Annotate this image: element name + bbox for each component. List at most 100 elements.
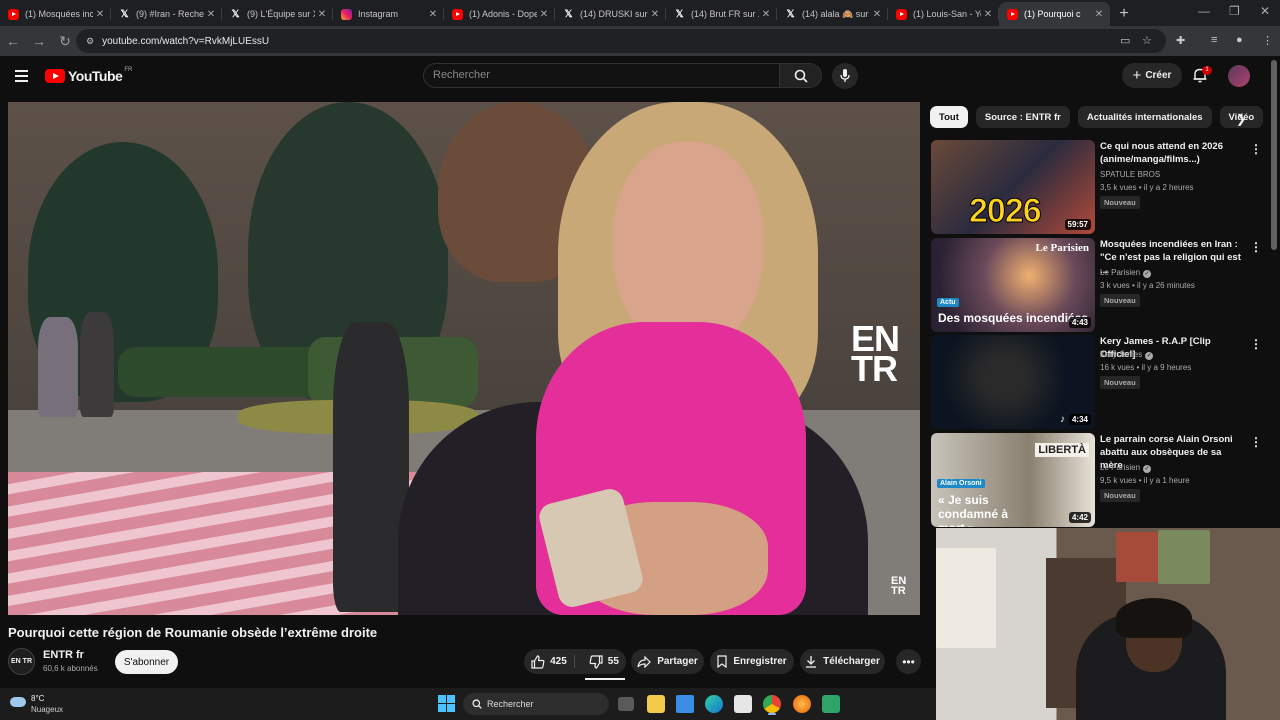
more-vertical-icon[interactable]: ⋮	[1250, 337, 1262, 351]
search-icon	[794, 69, 808, 83]
reload-icon[interactable]: ↻	[52, 33, 78, 50]
instagram-icon	[341, 8, 352, 20]
browser-tab[interactable]: (1) Adonis - Dope ✕	[444, 2, 555, 26]
site-info-icon[interactable]: ⚙	[86, 36, 94, 47]
share-label: Partager	[657, 656, 698, 667]
forward-icon[interactable]: →	[26, 33, 52, 49]
like-button[interactable]: 425	[531, 654, 567, 669]
tab-label: (14) DRUSKI sur X	[580, 9, 648, 19]
recommendation-item[interactable]: Le Parisien Actu Des mosquées incendiées 4:…	[931, 237, 1271, 332]
app-icon[interactable]	[822, 695, 840, 713]
account-avatar[interactable]	[1228, 65, 1250, 87]
recommendation-title[interactable]: Ce qui nous attend en 2026 (anime/manga/…	[1100, 140, 1245, 166]
close-tab-icon[interactable]: ✕	[1092, 9, 1106, 20]
more-actions-button[interactable]: •••	[896, 649, 921, 674]
browser-tab[interactable]: 𝕏 (14) Brut FR sur X ✕	[666, 2, 777, 26]
filter-chips: Tout Source : ENTR fr Actualités internati…	[930, 106, 1264, 130]
mail-icon[interactable]	[676, 695, 694, 713]
subscribe-button[interactable]: S'abonner	[115, 650, 178, 674]
video-thumbnail[interactable]: ♪ 4:34	[931, 335, 1095, 429]
more-vertical-icon[interactable]: ⋮	[1250, 240, 1262, 254]
search-input[interactable]: Rechercher	[423, 63, 780, 88]
channel-avatar[interactable]: EN TR	[8, 648, 35, 675]
store-icon[interactable]	[734, 695, 752, 713]
firefox-icon[interactable]	[793, 695, 811, 713]
close-tab-icon[interactable]: ✕	[315, 9, 329, 20]
recommendation-item[interactable]: ♪ 4:34 Kery James - R.A.P [Clip Officiel] K…	[931, 335, 1271, 429]
media-controls-icon[interactable]: ≡	[1211, 34, 1217, 46]
chevron-right-icon[interactable]: ❯	[1236, 112, 1246, 126]
more-vertical-icon[interactable]: ⋮	[1250, 435, 1262, 449]
close-tab-icon[interactable]: ✕	[870, 9, 884, 20]
maximize-icon[interactable]: ❐	[1229, 4, 1240, 18]
close-tab-icon[interactable]: ✕	[426, 9, 440, 20]
close-tab-icon[interactable]: ✕	[537, 9, 551, 20]
recommendation-item[interactable]: LIBERTÀ Alain Orsoni « Je suis condamné à …	[931, 432, 1271, 527]
filter-chip[interactable]: Tout	[930, 106, 968, 128]
profile-icon[interactable]: ●	[1236, 34, 1243, 46]
voice-search-button[interactable]	[832, 63, 858, 89]
close-tab-icon[interactable]: ✕	[204, 9, 218, 20]
channel-name-text[interactable]: Le Parisien	[1100, 268, 1140, 277]
address-bar[interactable]: ⚙ youtube.com/watch?v=RvkMjLUEssU	[76, 29, 1166, 53]
youtube-icon	[452, 8, 463, 20]
share-button[interactable]: Partager	[631, 649, 704, 674]
browser-tab[interactable]: 𝕏 (14) alala 🙈 sur X ✕	[777, 2, 888, 26]
page-scrollbar[interactable]	[1271, 60, 1277, 250]
filter-chip[interactable]: Actualités internationales	[1077, 106, 1212, 128]
channel-name-text[interactable]: Kery James	[1100, 350, 1142, 359]
download-button[interactable]: Télécharger	[800, 649, 885, 674]
minimize-icon[interactable]: —	[1198, 4, 1210, 18]
thumbnail-text: « Je suis condamné à mort »	[938, 492, 1009, 527]
save-button[interactable]: Enregistrer	[710, 649, 794, 674]
dislike-button[interactable]: 55	[589, 654, 619, 669]
video-thumbnail[interactable]: 2026 59:57	[931, 140, 1095, 234]
browser-tab[interactable]: 𝕏 (9) #Iran - Recherche✕	[111, 2, 222, 26]
channel-name-text[interactable]: Le Parisien	[1100, 463, 1140, 472]
browser-tab[interactable]: (1) Mosquées incendiées✕	[0, 2, 111, 26]
browser-menu-icon[interactable]: ⋮	[1262, 34, 1273, 47]
close-tab-icon[interactable]: ✕	[648, 9, 662, 20]
video-thumbnail[interactable]: LIBERTÀ Alain Orsoni « Je suis condamné à …	[931, 432, 1095, 527]
close-tab-icon[interactable]: ✕	[93, 9, 107, 20]
close-tab-icon[interactable]: ✕	[981, 9, 995, 20]
menu-icon[interactable]	[15, 70, 28, 82]
x-icon: 𝕏	[120, 8, 129, 20]
browser-tab[interactable]: 𝕏 (14) DRUSKI sur X✕	[555, 2, 666, 26]
video-duration: 4:43	[1068, 316, 1091, 328]
task-view-icon[interactable]	[618, 697, 634, 711]
file-explorer-icon[interactable]	[647, 695, 665, 713]
browser-tab[interactable]: (1) Louis-San - Yo ✕	[888, 2, 999, 26]
windows-start-icon[interactable]	[438, 695, 455, 712]
create-button[interactable]: + Créer	[1122, 63, 1182, 88]
search-button[interactable]	[780, 63, 822, 88]
close-tab-icon[interactable]: ✕	[759, 9, 773, 20]
video-player[interactable]: EN TR EN TR	[8, 102, 920, 615]
channel-name[interactable]: ENTR fr	[43, 649, 84, 661]
recommendation-channel: Le Parisien ✓	[1100, 463, 1152, 473]
taskbar-search[interactable]: Rechercher	[463, 693, 609, 715]
close-window-icon[interactable]: ✕	[1260, 4, 1270, 18]
weather-description[interactable]: Nuageux	[31, 705, 63, 714]
new-tab-button[interactable]: +	[1110, 2, 1138, 26]
channel-name-text[interactable]: SPATULE BROS	[1100, 170, 1160, 179]
more-vertical-icon[interactable]: ⋮	[1250, 142, 1262, 156]
back-icon[interactable]: ←	[0, 33, 26, 49]
url-text: youtube.com/watch?v=RvkMjLUEssU	[102, 35, 270, 47]
cast-icon[interactable]: ▭	[1120, 34, 1130, 47]
recommendation-item[interactable]: 2026 59:57 Ce qui nous attend en 2026 (ani…	[931, 140, 1271, 234]
youtube-logo[interactable]: YouTube FR	[45, 67, 132, 84]
search-icon	[472, 699, 482, 709]
bookmark-star-icon[interactable]: ☆	[1142, 34, 1152, 47]
subscriber-count: 60,6 k abonnés	[43, 664, 98, 673]
chrome-icon[interactable]	[763, 695, 781, 713]
browser-tab[interactable]: Instagram ✕	[333, 2, 444, 26]
video-thumbnail[interactable]: Le Parisien Actu Des mosquées incendiées 4:…	[931, 237, 1095, 332]
filter-chip[interactable]: Source : ENTR fr	[975, 106, 1070, 128]
edge-icon[interactable]	[705, 695, 723, 713]
extensions-icon[interactable]: ✚	[1176, 34, 1185, 47]
weather-temperature[interactable]: 8°C	[31, 694, 44, 703]
browser-tab[interactable]: (1) Pourquoi c ✕	[999, 2, 1110, 26]
browser-toolbar: ← → ↻ ⚙ youtube.com/watch?v=RvkMjLUEssU …	[0, 26, 1280, 56]
browser-tab[interactable]: 𝕏 (9) L'Équipe sur X ✕	[222, 2, 333, 26]
